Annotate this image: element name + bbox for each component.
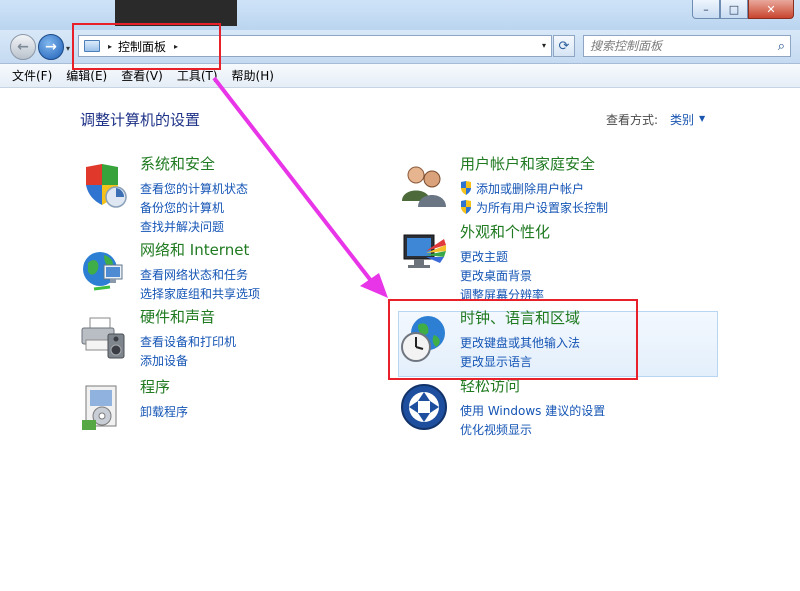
users-icon bbox=[402, 166, 446, 207]
search-box[interactable]: ⌕ bbox=[583, 35, 791, 57]
shield-icon bbox=[86, 164, 127, 208]
link-devices-printers[interactable]: 查看设备和打印机 bbox=[140, 333, 236, 350]
link-add-remove-accounts[interactable]: 添加或删除用户帐户 bbox=[460, 180, 584, 197]
menu-file[interactable]: 文件(F) bbox=[12, 67, 52, 84]
annotation-box-address bbox=[72, 23, 221, 70]
link-desktop-background[interactable]: 更改桌面背景 bbox=[460, 267, 532, 284]
address-dropdown-icon[interactable]: ▾ bbox=[542, 41, 546, 50]
window-controls: – □ ✕ bbox=[692, 0, 794, 19]
link-label[interactable]: 添加或删除用户帐户 bbox=[476, 182, 584, 196]
category-title[interactable]: 系统和安全 bbox=[140, 153, 215, 174]
category-title[interactable]: 用户帐户和家庭安全 bbox=[460, 153, 595, 174]
uac-shield-icon bbox=[461, 181, 471, 195]
page-title: 调整计算机的设置 bbox=[80, 111, 201, 129]
view-by-dropdown[interactable]: 类别 bbox=[670, 111, 694, 128]
forward-button[interactable]: → bbox=[38, 34, 64, 60]
link-label[interactable]: 为所有用户设置家长控制 bbox=[476, 201, 608, 215]
link-homegroup-sharing[interactable]: 选择家庭组和共享选项 bbox=[140, 285, 260, 302]
link-uninstall-program[interactable]: 卸载程序 bbox=[140, 403, 188, 420]
category-title[interactable]: 硬件和声音 bbox=[140, 306, 215, 327]
category-title[interactable]: 外观和个性化 bbox=[460, 221, 550, 242]
link-view-computer-status[interactable]: 查看您的计算机状态 bbox=[140, 180, 248, 197]
recent-pages-dropdown[interactable]: ▾ bbox=[66, 44, 70, 53]
annotation-box-clock-region bbox=[388, 299, 638, 380]
view-by-arrow-icon[interactable]: ▼ bbox=[699, 114, 705, 123]
printer-icon bbox=[81, 317, 125, 359]
link-troubleshoot[interactable]: 查找并解决问题 bbox=[140, 218, 224, 235]
globe-network-icon bbox=[83, 252, 123, 291]
refresh-button[interactable]: ⟳ bbox=[553, 35, 575, 57]
link-windows-recommended-settings[interactable]: 使用 Windows 建议的设置 bbox=[460, 402, 605, 419]
link-parental-controls[interactable]: 为所有用户设置家长控制 bbox=[460, 199, 608, 216]
menu-help[interactable]: 帮助(H) bbox=[232, 67, 274, 84]
link-change-theme[interactable]: 更改主题 bbox=[460, 248, 508, 265]
view-by-label: 查看方式: bbox=[606, 113, 659, 127]
monitor-palette-icon bbox=[403, 234, 446, 268]
close-button[interactable]: ✕ bbox=[748, 0, 794, 19]
uac-shield-icon bbox=[461, 200, 471, 214]
link-network-status[interactable]: 查看网络状态和任务 bbox=[140, 266, 248, 283]
category-title[interactable]: 程序 bbox=[140, 376, 170, 397]
ease-of-access-icon bbox=[401, 384, 447, 430]
link-backup-computer[interactable]: 备份您的计算机 bbox=[140, 199, 224, 216]
minimize-button[interactable]: – bbox=[692, 0, 720, 19]
back-button[interactable]: ← bbox=[10, 34, 36, 60]
link-add-device[interactable]: 添加设备 bbox=[140, 352, 188, 369]
search-icon[interactable]: ⌕ bbox=[778, 39, 785, 54]
link-optimize-video-display[interactable]: 优化视频显示 bbox=[460, 421, 532, 438]
maximize-button[interactable]: □ bbox=[720, 0, 748, 19]
category-title[interactable]: 网络和 Internet bbox=[140, 239, 249, 260]
programs-icon bbox=[82, 385, 117, 430]
search-input[interactable] bbox=[590, 39, 770, 53]
